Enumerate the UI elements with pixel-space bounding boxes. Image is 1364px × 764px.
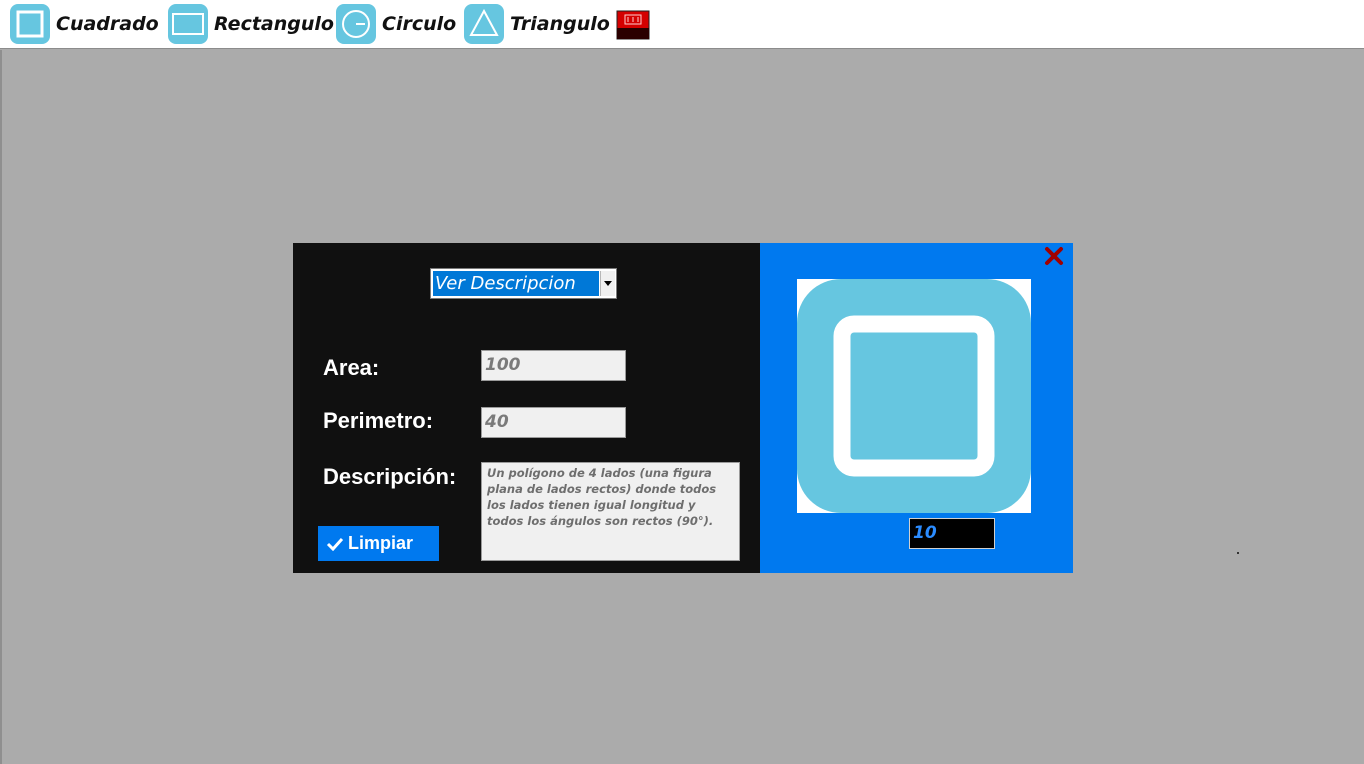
clear-button-label: Limpiar (348, 533, 414, 553)
close-icon[interactable] (1043, 245, 1065, 267)
circle-icon (336, 4, 376, 44)
description-textarea[interactable]: Un polígono de 4 lados (una figura plana… (481, 462, 740, 561)
triangle-icon (464, 4, 504, 44)
perimeter-label: Perimetro: (323, 408, 434, 433)
exit-button[interactable] (616, 10, 650, 40)
square-shape-icon (797, 279, 1031, 513)
tool-triangulo[interactable]: Triangulo (464, 4, 610, 44)
square-icon (10, 4, 50, 44)
perimeter-field[interactable]: 40 (481, 407, 626, 438)
tool-cuadrado[interactable]: Cuadrado (10, 4, 159, 44)
clear-button[interactable]: Limpiar (318, 526, 439, 561)
tool-triangulo-label: Triangulo (510, 13, 610, 35)
chevron-down-icon[interactable] (600, 271, 615, 296)
tool-cuadrado-label: Cuadrado (56, 13, 159, 35)
tool-circulo-label: Circulo (382, 13, 457, 35)
tool-rectangulo-label: Rectangulo (214, 13, 334, 35)
tool-rectangulo[interactable]: Rectangulo (168, 4, 334, 44)
stray-dot (1237, 552, 1239, 554)
check-icon (326, 537, 344, 551)
area-field[interactable]: 100 (481, 350, 626, 381)
toolbar: Cuadrado Rectangulo Circulo Triangulo (0, 0, 1364, 49)
preview-panel: 10 (760, 243, 1073, 573)
area-label: Area: (323, 355, 380, 380)
tool-circulo[interactable]: Circulo (336, 4, 456, 44)
description-label: Descripción: (323, 464, 457, 489)
dropdown-selected-value: Ver Descripcion (433, 271, 599, 296)
info-panel: Ver Descripcion Area: 100 Perimetro: 40 … (293, 243, 761, 573)
side-length-input[interactable]: 10 (909, 518, 995, 549)
description-dropdown[interactable]: Ver Descripcion (430, 268, 617, 299)
shape-preview: 10 (797, 279, 1031, 549)
exit-icon (616, 10, 650, 40)
desktop-edge (0, 50, 2, 764)
rectangle-icon (168, 4, 208, 44)
